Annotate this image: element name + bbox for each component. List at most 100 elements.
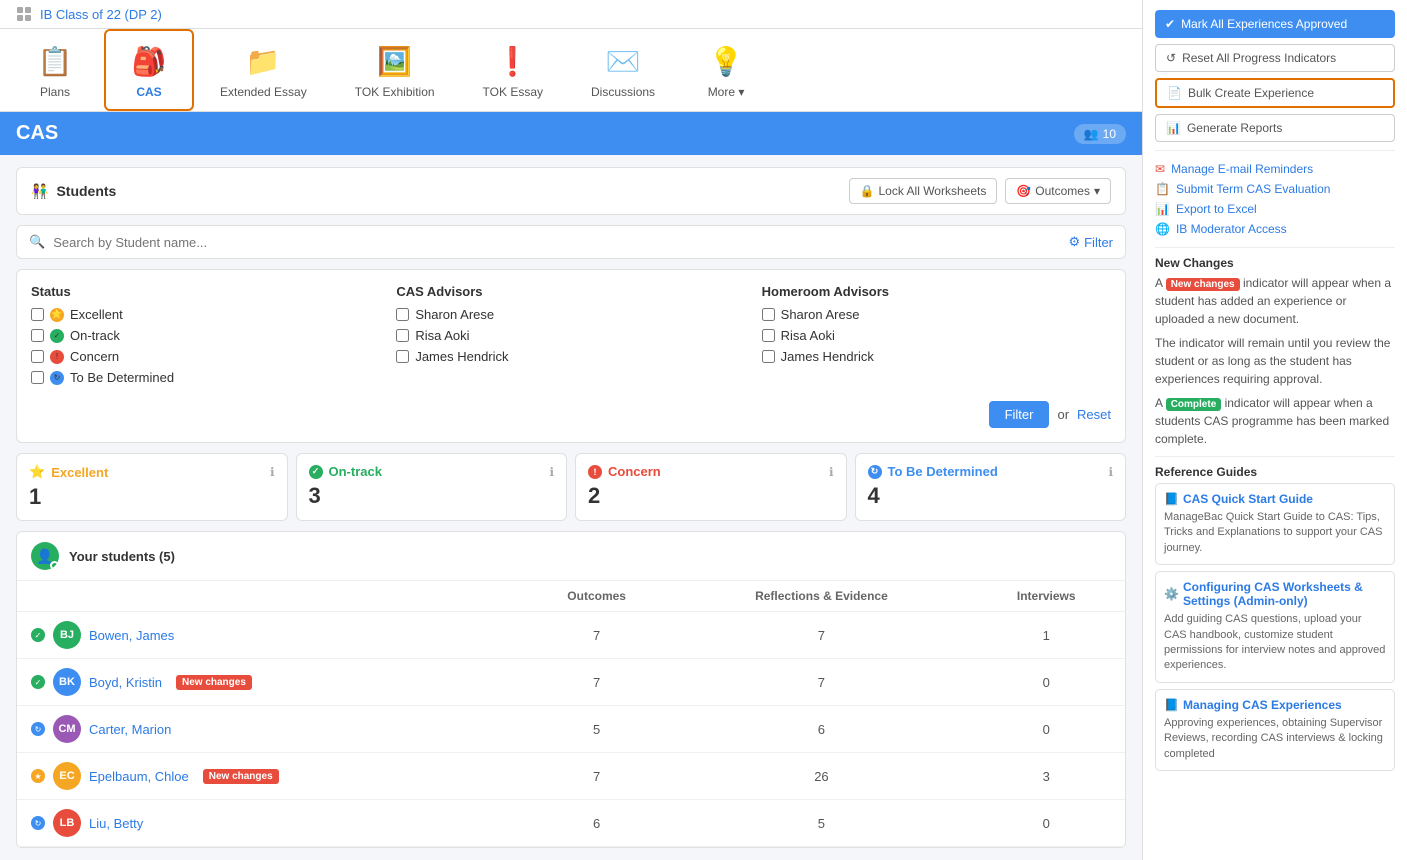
status-indicator-0: ✓ — [31, 628, 45, 642]
col-name — [17, 581, 518, 612]
filter-excellent: ⭐ Excellent — [31, 307, 380, 322]
reflections-cell-2: 6 — [675, 706, 967, 753]
tbd-count: 4 — [868, 483, 1114, 509]
sidebar-divider-3 — [1155, 456, 1395, 457]
submit-term-link[interactable]: 📋 Submit Term CAS Evaluation — [1155, 179, 1395, 199]
filter-homeroom-james-checkbox[interactable] — [762, 350, 775, 363]
filter-concern-checkbox[interactable] — [31, 350, 44, 363]
reset-filter-button[interactable]: Reset — [1077, 407, 1111, 422]
guide-managing-title[interactable]: 📘 Managing CAS Experiences — [1164, 698, 1386, 712]
new-changes-badge: New changes — [203, 769, 279, 784]
export-excel-link[interactable]: 📊 Export to Excel — [1155, 199, 1395, 219]
student-name-cell-4: ↻ LB Liu, Betty — [17, 800, 518, 847]
student-link-1[interactable]: Boyd, Kristin — [89, 675, 162, 690]
outcomes-icon: 🎯 — [1016, 184, 1031, 198]
status-cards: ⭐ Excellent ℹ 1 ✓ On-track ℹ 3 — [16, 453, 1126, 521]
student-link-3[interactable]: Epelbaum, Chloe — [89, 769, 189, 784]
filter-excellent-checkbox[interactable] — [31, 308, 44, 321]
filter-excellent-label: Excellent — [70, 307, 123, 322]
student-link-2[interactable]: Carter, Marion — [89, 722, 171, 737]
filter-section: Status ⭐ Excellent ✓ On-track ! Co — [16, 269, 1126, 443]
filter-advisor-sharon-checkbox[interactable] — [396, 308, 409, 321]
mark-approved-button[interactable]: ✔ Mark All Experiences Approved — [1155, 10, 1395, 38]
status-indicator-2: ↻ — [31, 722, 45, 736]
discussions-icon: ✉️ — [603, 41, 643, 81]
filter-icon: ⚙ — [1068, 234, 1080, 250]
new-changes-text1: A New changes indicator will appear when… — [1155, 274, 1395, 328]
student-link-0[interactable]: Bowen, James — [89, 628, 174, 643]
tab-more[interactable]: 💡 More ▾ — [681, 29, 771, 111]
status-card-excellent: ⭐ Excellent ℹ 1 — [16, 453, 288, 521]
reflections-cell-3: 26 — [675, 753, 967, 800]
tab-tok-essay[interactable]: ❗ TOK Essay — [461, 29, 565, 111]
outcomes-cell-3: 7 — [518, 753, 676, 800]
new-changes-badge-inline: New changes — [1166, 278, 1240, 291]
table-row: ★ EC Epelbaum, Chloe New changes 7 26 3 — [17, 753, 1125, 800]
reset-progress-icon: ↺ — [1166, 51, 1176, 65]
manage-email-link[interactable]: ✉ Manage E-mail Reminders — [1155, 159, 1395, 179]
class-name[interactable]: IB Class of 22 (DP 2) — [40, 7, 162, 22]
new-changes-text3: A Complete indicator will appear when a … — [1155, 394, 1395, 448]
student-name-cell-2: ↻ CM Carter, Marion — [17, 706, 518, 753]
interviews-cell-2: 0 — [967, 706, 1125, 753]
filter-tbd-checkbox[interactable] — [31, 371, 44, 384]
table-row: ↻ LB Liu, Betty 6 5 0 — [17, 800, 1125, 847]
excellent-count: 1 — [29, 484, 275, 510]
filter-homeroom-sharon-checkbox[interactable] — [762, 308, 775, 321]
ib-moderator-link[interactable]: 🌐 IB Moderator Access — [1155, 219, 1395, 239]
bulk-create-button[interactable]: 📄 Bulk Create Experience — [1155, 78, 1395, 108]
avatar-3: EC — [53, 762, 81, 790]
search-input[interactable] — [53, 235, 1060, 250]
tab-plans[interactable]: 📋 Plans — [10, 29, 100, 111]
filter-advisor-james-checkbox[interactable] — [396, 350, 409, 363]
lock-all-worksheets-button[interactable]: 🔒 Lock All Worksheets — [849, 178, 998, 204]
student-icon: 👥 — [1084, 127, 1099, 141]
outcomes-cell-0: 7 — [518, 612, 676, 659]
submit-term-icon: 📋 — [1155, 182, 1170, 196]
filter-homeroom-james-label: James Hendrick — [781, 349, 874, 364]
student-link-4[interactable]: Liu, Betty — [89, 816, 143, 831]
filter-ontrack-checkbox[interactable] — [31, 329, 44, 342]
sidebar-links: ✉ Manage E-mail Reminders 📋 Submit Term … — [1155, 159, 1395, 239]
tbd-icon: ↻ — [868, 465, 882, 479]
students-bar: 👫 Students 🔒 Lock All Worksheets 🎯 Outco… — [16, 167, 1126, 215]
filter-advisor-james-label: James Hendrick — [415, 349, 508, 364]
filter-homeroom-risa-checkbox[interactable] — [762, 329, 775, 342]
cas-title: CAS — [16, 122, 58, 145]
guide-worksheets-title[interactable]: ⚙️ Configuring CAS Worksheets & Settings… — [1164, 580, 1386, 608]
filter-homeroom-sharon: Sharon Arese — [762, 307, 1111, 322]
nav-tabs: 📋 Plans 🎒 CAS 📁 Extended Essay 🖼️ TOK Ex… — [0, 29, 1142, 112]
students-table-thead: Outcomes Reflections & Evidence Intervie… — [17, 581, 1125, 612]
guide-managing-desc: Approving experiences, obtaining Supervi… — [1164, 716, 1386, 762]
outcomes-cell-4: 6 — [518, 800, 676, 847]
outcomes-cell-2: 5 — [518, 706, 676, 753]
students-tbody: ✓ BJ Bowen, James 7 7 1 ✓ BK Boyd, Krist… — [17, 612, 1125, 847]
filter-toggle-button[interactable]: ⚙ Filter — [1068, 234, 1113, 250]
ontrack-check-icon: ✓ — [309, 465, 323, 479]
tab-tok-exhibition[interactable]: 🖼️ TOK Exhibition — [333, 29, 457, 111]
tab-cas[interactable]: 🎒 CAS — [104, 29, 194, 111]
filter-advisor-risa-label: Risa Aoki — [415, 328, 469, 343]
apply-filter-button[interactable]: Filter — [989, 401, 1050, 428]
filter-columns: Status ⭐ Excellent ✓ On-track ! Co — [31, 284, 1111, 391]
extended-essay-icon: 📁 — [243, 41, 283, 81]
tab-extended-essay[interactable]: 📁 Extended Essay — [198, 29, 329, 111]
guide-quick-start-title[interactable]: 📘 CAS Quick Start Guide — [1164, 492, 1386, 506]
filter-advisor-risa-checkbox[interactable] — [396, 329, 409, 342]
breadcrumb: IB Class of 22 (DP 2) — [0, 0, 1142, 29]
excellent-card-title: ⭐ Excellent — [29, 464, 108, 480]
filter-actions: Filter or Reset — [31, 391, 1111, 428]
students-icon: 👫 — [31, 183, 48, 200]
lock-icon: 🔒 — [860, 184, 875, 198]
homeroom-col-title: Homeroom Advisors — [762, 284, 1111, 299]
plans-icon: 📋 — [35, 41, 75, 81]
table-row: ↻ CM Carter, Marion 5 6 0 — [17, 706, 1125, 753]
reset-progress-button[interactable]: ↺ Reset All Progress Indicators — [1155, 44, 1395, 72]
tab-discussions[interactable]: ✉️ Discussions — [569, 29, 677, 111]
interviews-cell-0: 1 — [967, 612, 1125, 659]
generate-reports-button[interactable]: 📊 Generate Reports — [1155, 114, 1395, 142]
outcomes-button[interactable]: 🎯 Outcomes ▾ — [1005, 178, 1111, 204]
concern-dot: ! — [50, 350, 64, 364]
tok-exhibition-icon: 🖼️ — [375, 41, 415, 81]
avatar-0: BJ — [53, 621, 81, 649]
